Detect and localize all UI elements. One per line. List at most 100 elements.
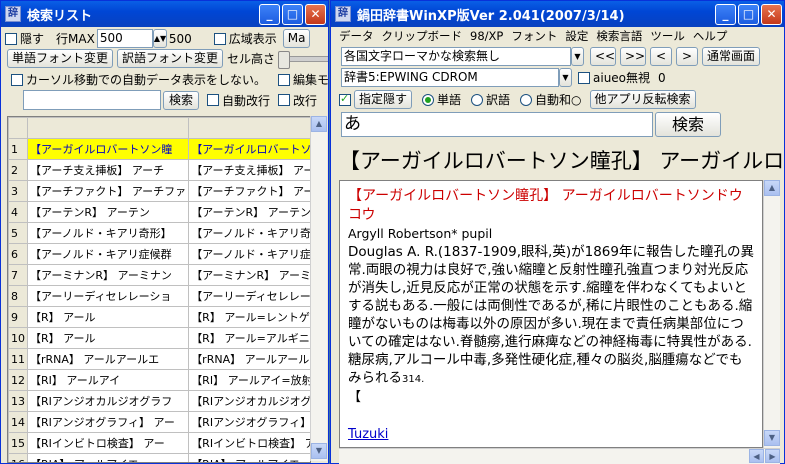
main-search-button[interactable]: 検索 (655, 112, 721, 137)
cell-height-thumb[interactable] (278, 50, 291, 69)
table-row[interactable]: 7【アーミナンR】 アーミナン【アーミナンR】 アーミナン→エ (8, 264, 310, 286)
result-word-cell[interactable]: 【アーミナンR】 アーミナン (26, 264, 190, 286)
maximize-button[interactable]: □ (282, 3, 303, 25)
table-row[interactable]: 1【アーガイルロバートソン瞳【アーガイルロバートソン瞳孔】 (8, 138, 310, 160)
result-word-cell[interactable]: 【アーテンR】 アーテン (26, 201, 190, 223)
result-trans-cell[interactable]: 【R】 アール=レントゲン【 (188, 306, 310, 328)
menu-item[interactable]: 検索言語 (596, 28, 642, 44)
table-row[interactable]: 15【RIインビトロ検査】 アー【RIインビトロ検査】 アールアイ (8, 432, 310, 454)
hide-checkbox[interactable] (5, 32, 17, 45)
result-word-cell[interactable]: 【アーチファクト】 アーチファ (26, 180, 190, 202)
wide-display-checkbox[interactable] (213, 32, 226, 45)
result-trans-cell[interactable]: 【アーミナンR】 アーミナン→エ (188, 264, 310, 286)
table-row[interactable]: 2【アーチ支え挿板】 アーチ【アーチ支え挿板】 アーチサポ (8, 159, 310, 181)
result-word-cell[interactable]: 【アーガイルロバートソン瞳 (26, 138, 190, 160)
content-scroll-right[interactable]: ▶ (765, 449, 780, 463)
result-trans-cell[interactable]: 【アーノルド・キアリ症候群】 ア (188, 243, 310, 265)
result-word-cell[interactable]: 【RIアンジオカルジオグラフ (26, 390, 190, 412)
result-trans-cell[interactable]: 【アーチ支え挿板】 アーチサポ (188, 159, 310, 181)
dictionary-dropdown[interactable]: ▼ (559, 68, 572, 87)
table-row[interactable]: 8【アーリーディセレレーショ【アーリーディセレレーション】 (8, 285, 310, 307)
table-row[interactable]: 12【RI】 アールアイ【RI】 アールアイ=放射性同位 (8, 369, 310, 391)
content-scroll-track[interactable] (764, 196, 780, 430)
table-row[interactable]: 11【rRNA】 アールアールエ【rRNA】 アールアールエヌエー (8, 348, 310, 370)
max-rows-input[interactable]: 500 (96, 29, 153, 48)
result-trans-cell[interactable]: 【アーガイルロバートソン瞳孔】 (188, 138, 310, 160)
result-trans-cell[interactable]: 【RI】 アールアイ=放射性同位 (188, 369, 310, 391)
grid-col-header-1[interactable] (26, 117, 190, 139)
menu-item[interactable]: フォント (511, 28, 557, 44)
list-search-input[interactable] (23, 90, 161, 110)
close-button[interactable]: ✕ (761, 3, 782, 25)
result-trans-cell[interactable]: 【R】 アール=アルギニン【 (188, 327, 310, 349)
result-word-cell[interactable]: 【RI】 アールアイ (26, 369, 190, 391)
content-horizontal-scrollbar[interactable]: ◀ ▶ (339, 448, 780, 464)
content-scroll-left[interactable]: ◀ (749, 449, 764, 463)
auto-data-checkbox[interactable] (11, 73, 23, 86)
table-row[interactable]: 14【RIアンジオグラフィ】 アー【RIアンジオグラフィ】 アールア (8, 411, 310, 433)
content-vertical-scrollbar[interactable]: ▲ ▼ (763, 180, 780, 448)
scroll-track[interactable] (311, 132, 327, 443)
result-word-cell[interactable]: 【アーノルド・キアリ奇形】 (26, 222, 190, 244)
result-trans-cell[interactable]: 【アーリーディセレレーション】 (188, 285, 310, 307)
nav-prev-button[interactable]: < (650, 47, 672, 66)
nav-next-button[interactable]: > (676, 47, 698, 66)
result-trans-cell[interactable]: 【アーノルド・キアリ奇形】 アー (188, 222, 310, 244)
hide-spec-label[interactable]: 指定隠す (354, 90, 413, 109)
table-row[interactable]: 16【RIA】 アールアイエー【RIA】 アールアイエー=ラジオ (8, 453, 310, 462)
tuzuki-link[interactable]: Tuzuki (348, 427, 754, 442)
result-trans-cell[interactable]: 【RIアンジオグラフィ】 アールア (188, 411, 310, 433)
aiueo-checkbox[interactable] (578, 71, 590, 84)
auto-wrap-checkbox[interactable] (207, 94, 219, 106)
grid-vertical-scrollbar[interactable]: ▲ ▼ (310, 116, 327, 461)
search-list-titlebar[interactable]: 辞 検索リスト _ □ ✕ (1, 1, 328, 27)
menu-item[interactable]: クリップボード (382, 28, 463, 44)
table-row[interactable]: 5【アーノルド・キアリ奇形】【アーノルド・キアリ奇形】 アー (8, 222, 310, 244)
main-titlebar[interactable]: 辞 鍋田辞書WinXP版Ver 2.041(2007/3/14) _ □ ✕ (331, 1, 784, 27)
cell-height-slider[interactable] (278, 50, 328, 69)
close-button[interactable]: ✕ (305, 3, 326, 25)
menu-item[interactable]: ヘルプ (693, 28, 728, 44)
scroll-up-button[interactable]: ▲ (311, 116, 327, 132)
table-row[interactable]: 13【RIアンジオカルジオグラフ【RIアンジオカルジオグラフィ】 (8, 390, 310, 412)
minimize-button[interactable]: _ (259, 3, 280, 25)
result-trans-cell[interactable]: 【RIインビトロ検査】 アールアイ (188, 432, 310, 454)
grid-col-header-2[interactable] (188, 117, 310, 139)
ma-button[interactable]: Ma (282, 29, 311, 48)
edit-mode-checkbox[interactable] (278, 73, 291, 86)
result-trans-cell[interactable]: 【RIアンジオカルジオグラフィ】 (188, 390, 310, 412)
scroll-down-button[interactable]: ▼ (311, 443, 327, 459)
table-row[interactable]: 3【アーチファクト】 アーチファ【アーチファクト】 アーチファクト (8, 180, 310, 202)
result-word-cell[interactable]: 【RIアンジオグラフィ】 アー (26, 411, 190, 433)
normal-view-button[interactable]: 通常画面 (702, 47, 761, 66)
result-word-cell[interactable]: 【アーリーディセレレーショ (26, 285, 190, 307)
result-word-cell[interactable]: 【アーチ支え挿板】 アーチ (26, 159, 190, 181)
hide-spec-checkbox[interactable] (339, 92, 351, 106)
trans-font-button[interactable]: 訳語フォント変更 (117, 49, 224, 68)
result-trans-cell[interactable]: 【RIA】 アールアイエー=ラジオ (188, 453, 310, 462)
table-row[interactable]: 4【アーテンR】 アーテン【アーテンR】 アーテン→トリヘ (8, 201, 310, 223)
table-row[interactable]: 10【R】 アール【R】 アール=アルギニン【 (8, 327, 310, 349)
result-word-cell[interactable]: 【R】 アール (26, 327, 190, 349)
list-search-button[interactable]: 検索 (163, 90, 199, 110)
result-trans-cell[interactable]: 【rRNA】 アールアールエヌエー (188, 348, 310, 370)
menu-item[interactable]: 設定 (565, 28, 588, 44)
word-font-button[interactable]: 単語フォント変更 (7, 49, 114, 68)
result-word-cell[interactable]: 【アーノルド・キアリ症候群 (26, 243, 190, 265)
other-app-button[interactable]: 他アプリ反転検索 (589, 90, 696, 109)
menu-item[interactable]: ツール (650, 28, 685, 44)
nav-last-button[interactable]: >> (620, 47, 646, 66)
result-word-cell[interactable]: 【rRNA】 アールアールエ (26, 348, 190, 370)
wrap2-checkbox[interactable] (278, 94, 291, 106)
trans-radio[interactable] (471, 93, 484, 106)
search-mode-select[interactable]: 各国文字ローマかな検索無し (341, 47, 571, 66)
dictionary-select[interactable]: 辞書5:EPWING CDROM (341, 68, 559, 87)
menu-item[interactable]: 98/XP (470, 29, 503, 43)
minimize-button[interactable]: _ (715, 3, 736, 25)
nav-first-button[interactable]: << (590, 47, 616, 66)
result-word-cell[interactable]: 【R】 アール (26, 306, 190, 328)
result-word-cell[interactable]: 【RIA】 アールアイエー (26, 453, 190, 462)
search-mode-dropdown[interactable]: ▼ (571, 47, 584, 66)
query-input[interactable]: あ (341, 112, 653, 137)
result-trans-cell[interactable]: 【アーテンR】 アーテン→トリヘ (188, 201, 310, 223)
